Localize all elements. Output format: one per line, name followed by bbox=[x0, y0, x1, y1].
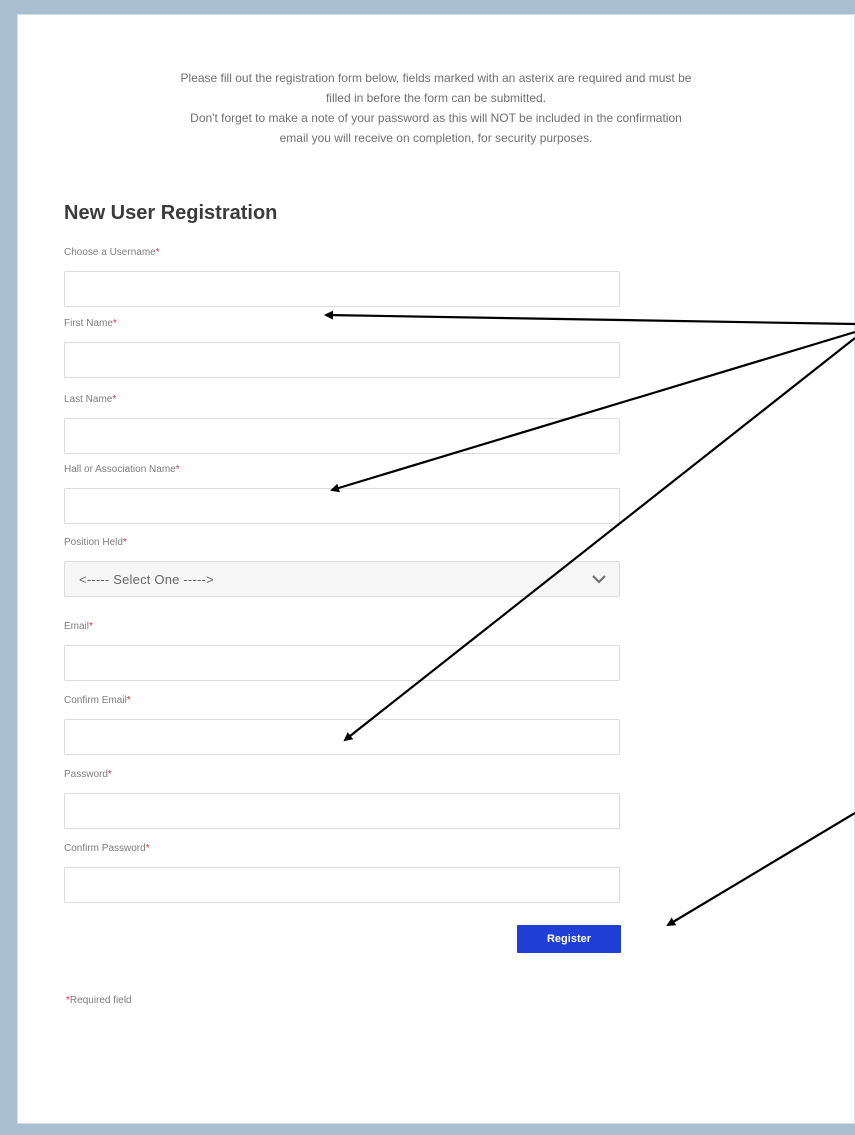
required-star: * bbox=[126, 695, 131, 706]
username-input[interactable] bbox=[64, 271, 620, 307]
confirm-email-field: Confirm Email* bbox=[64, 694, 620, 755]
password-field: Password* bbox=[64, 768, 620, 829]
first-name-field: First Name* bbox=[64, 317, 620, 378]
position-held-field: Position Held* <----- Select One -----> bbox=[64, 536, 620, 597]
form-title: New User Registration bbox=[64, 202, 278, 224]
required-star: * bbox=[107, 769, 112, 780]
password-label: Password bbox=[64, 769, 108, 780]
required-star: * bbox=[122, 537, 127, 548]
password-input[interactable] bbox=[64, 793, 620, 829]
confirm-password-input[interactable] bbox=[64, 867, 620, 903]
required-star: * bbox=[155, 247, 160, 258]
last-name-field: Last Name* bbox=[64, 393, 620, 454]
chevron-down-icon bbox=[592, 575, 606, 584]
first-name-label: First Name bbox=[64, 318, 113, 329]
email-input[interactable] bbox=[64, 645, 620, 681]
confirm-password-label: Confirm Password bbox=[64, 843, 146, 854]
hall-name-input[interactable] bbox=[64, 488, 620, 524]
hall-name-field: Hall or Association Name* bbox=[64, 463, 620, 524]
intro-line-3: Don't forget to make a note of your pass… bbox=[190, 111, 682, 125]
last-name-input[interactable] bbox=[64, 418, 620, 454]
required-star: * bbox=[145, 843, 150, 854]
required-star: * bbox=[112, 394, 117, 405]
confirm-email-label: Confirm Email bbox=[64, 695, 127, 706]
position-held-selected: <----- Select One -----> bbox=[79, 571, 214, 587]
confirm-password-field: Confirm Password* bbox=[64, 842, 620, 903]
hall-name-label: Hall or Association Name bbox=[64, 464, 176, 475]
position-held-select[interactable]: <----- Select One -----> bbox=[64, 561, 620, 597]
required-star: * bbox=[175, 464, 180, 475]
footnote-text: Required field bbox=[69, 995, 132, 1006]
email-label: Email bbox=[64, 621, 90, 632]
intro-line-1: Please fill out the registration form be… bbox=[180, 71, 692, 85]
last-name-label: Last Name bbox=[64, 394, 113, 405]
intro-text: Please fill out the registration form be… bbox=[60, 68, 812, 148]
required-footnote: *Required field bbox=[66, 995, 132, 1006]
required-star: * bbox=[112, 318, 117, 329]
username-label: Choose a Username bbox=[64, 247, 156, 258]
email-field: Email* bbox=[64, 620, 620, 681]
username-field: Choose a Username* bbox=[64, 246, 620, 307]
register-button[interactable]: Register bbox=[517, 925, 621, 953]
intro-line-2: filled in before the form can be submitt… bbox=[325, 91, 547, 105]
position-held-label: Position Held bbox=[64, 537, 123, 548]
confirm-email-input[interactable] bbox=[64, 719, 620, 755]
first-name-input[interactable] bbox=[64, 342, 620, 378]
required-star: * bbox=[89, 621, 93, 632]
intro-line-4: email you will receive on completion, fo… bbox=[279, 131, 593, 145]
